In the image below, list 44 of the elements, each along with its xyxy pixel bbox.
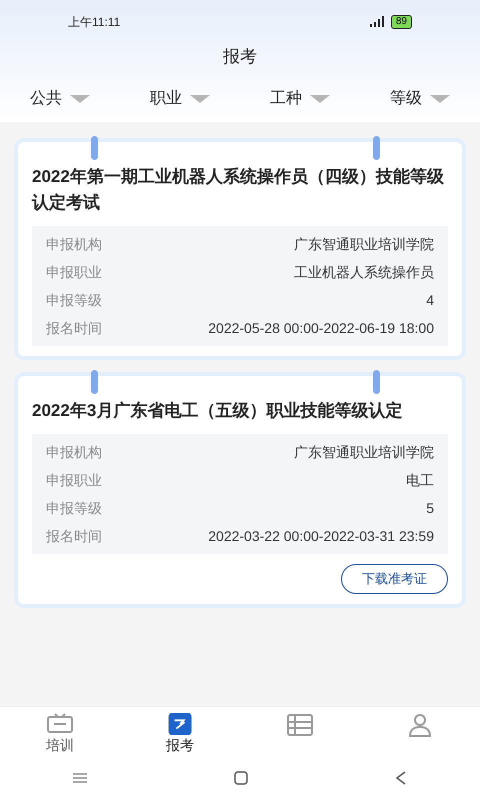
caret-icon	[190, 95, 210, 103]
caret-icon	[430, 95, 450, 103]
caret-icon	[310, 95, 330, 103]
exam-title: 2022年3月广东省电工（五级）职业技能等级认定	[32, 400, 404, 422]
signal-icon	[368, 16, 385, 28]
binder-ring-icon	[373, 136, 380, 160]
binder-ring-icon	[373, 370, 380, 394]
field-label: 报名时间	[46, 318, 102, 338]
field-label: 申报职业	[46, 262, 102, 282]
field-value: 5	[426, 498, 434, 518]
filter-dropdown[interactable]: 职业	[150, 87, 210, 111]
field-value: 4	[426, 290, 434, 310]
tv-icon	[46, 713, 74, 735]
back-icon[interactable]	[394, 771, 407, 785]
field-label: 申报机构	[46, 234, 102, 254]
caret-icon	[70, 95, 90, 103]
field-value: 2022-03-22 00:00-2022-03-31 23:59	[208, 526, 434, 546]
nav-tab[interactable]: 报考	[120, 707, 240, 756]
field-label: 申报等级	[46, 290, 102, 310]
field-label: 申报机构	[46, 442, 102, 462]
binder-ring-icon	[91, 136, 98, 160]
page-title: 报考	[222, 46, 258, 68]
status-time: 上午11:11	[68, 14, 120, 31]
list-icon	[286, 713, 314, 737]
menu-icon[interactable]	[73, 773, 88, 783]
field-label: 申报职业	[46, 470, 102, 490]
user-icon	[408, 713, 432, 737]
field-value: 广东智通职业培训学院	[294, 442, 434, 462]
exam-title: 2022年第一期工业机器人系统操作员（四级）技能等级认定考试	[32, 166, 445, 214]
field-value: 广东智通职业培训学院	[294, 234, 434, 254]
binder-ring-icon	[91, 370, 98, 394]
filter-dropdown[interactable]: 等级	[390, 87, 450, 111]
field-value: 2022-05-28 00:00-2022-06-19 18:00	[208, 318, 434, 338]
field-value: 电工	[406, 470, 434, 490]
nav-tab[interactable]: 培训	[0, 707, 120, 756]
field-label: 申报等级	[46, 498, 102, 518]
filter-dropdown[interactable]: 工种	[270, 87, 330, 111]
download-button[interactable]: 下载准考证	[341, 564, 448, 594]
home-icon[interactable]	[234, 771, 248, 785]
filter-dropdown[interactable]: 公共	[30, 87, 90, 111]
field-label: 报名时间	[46, 526, 102, 546]
field-value: 工业机器人系统操作员	[294, 262, 434, 282]
edit-icon	[168, 713, 192, 735]
battery-icon: 89	[390, 15, 412, 29]
